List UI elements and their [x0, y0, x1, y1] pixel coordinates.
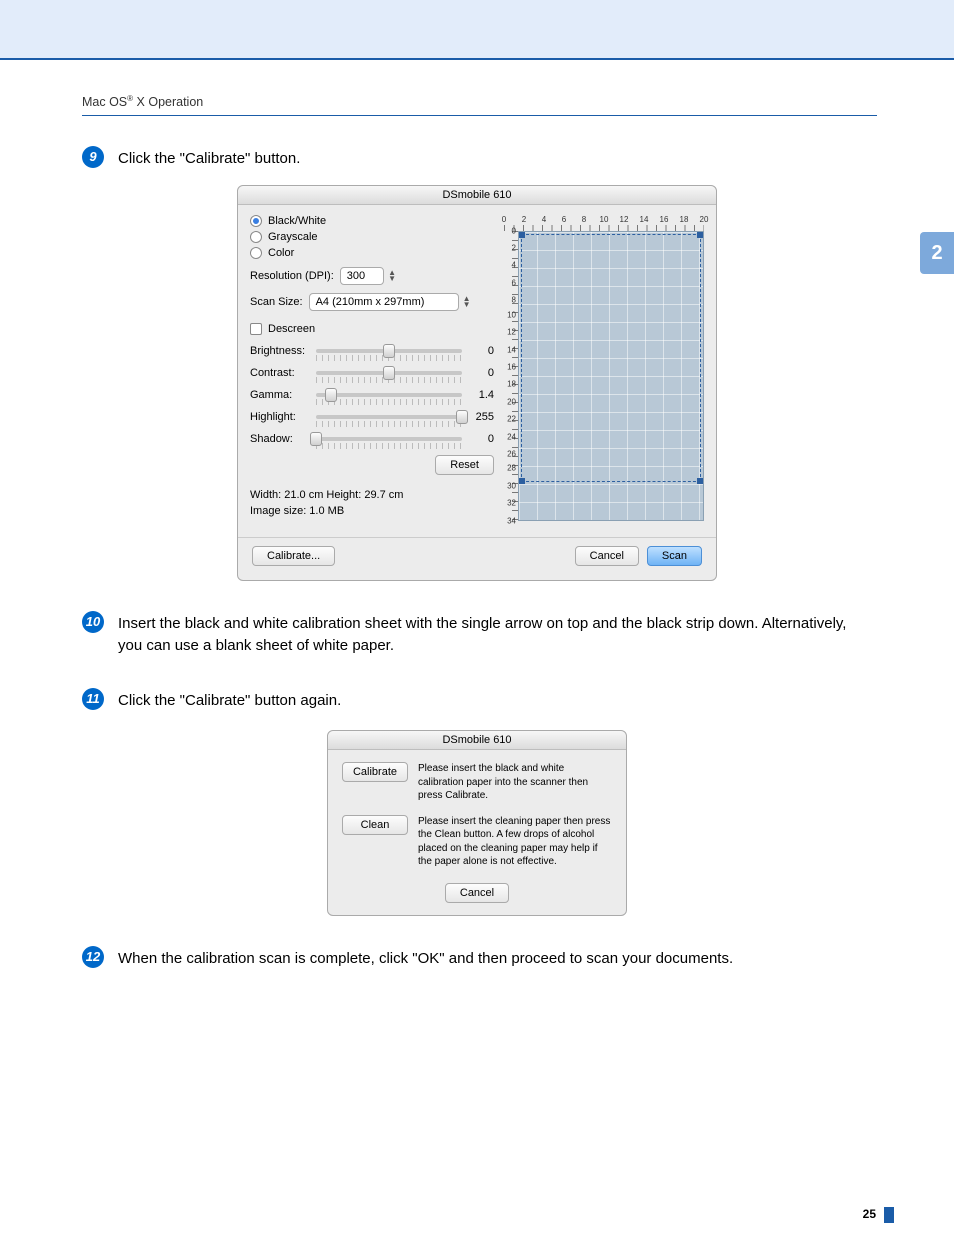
slider-thumb-icon[interactable] — [310, 432, 322, 446]
selection-rect[interactable] — [521, 234, 701, 482]
top-band — [0, 0, 954, 58]
calibrate-instruction: Please insert the black and white calibr… — [418, 762, 612, 803]
highlight-slider[interactable] — [316, 415, 462, 419]
scan-preview[interactable] — [518, 231, 704, 521]
selection-handle-icon[interactable] — [519, 478, 525, 484]
header-underline — [82, 115, 877, 116]
page-number: 25 — [863, 1207, 894, 1223]
shadow-label: Shadow: — [250, 433, 308, 445]
radio-grayscale[interactable]: Grayscale — [250, 231, 494, 243]
radio-icon — [250, 231, 262, 243]
gamma-label: Gamma: — [250, 389, 308, 401]
calibrate-dialog-title: DSmobile 610 — [328, 731, 626, 750]
shadow-value: 0 — [470, 433, 494, 445]
brightness-slider[interactable] — [316, 349, 462, 353]
resolution-select[interactable]: 300 — [340, 267, 384, 285]
info-image-size: Image size: 1.0 MB — [250, 505, 494, 517]
cancel-button[interactable]: Cancel — [575, 546, 639, 566]
scan-dialog-title: DSmobile 610 — [238, 186, 716, 205]
stepper-icon[interactable]: ▲▼ — [388, 270, 396, 282]
checkbox-icon — [250, 323, 262, 335]
step-9: 9 Click the "Calibrate" button. — [82, 146, 872, 171]
selection-handle-icon[interactable] — [697, 478, 703, 484]
reset-button[interactable]: Reset — [435, 455, 494, 475]
step-11-text: Click the "Calibrate" button again. — [118, 688, 872, 713]
clean-button[interactable]: Clean — [342, 815, 408, 835]
descreen-checkbox[interactable]: Descreen — [250, 323, 494, 335]
slider-ticks-icon — [316, 421, 462, 427]
calibrate-button[interactable]: Calibrate — [342, 762, 408, 782]
step-9-badge: 9 — [82, 146, 104, 168]
info-width-height: Width: 21.0 cm Height: 29.7 cm — [250, 489, 494, 501]
slider-ticks-icon — [316, 399, 462, 405]
shadow-slider[interactable] — [316, 437, 462, 441]
contrast-value: 0 — [470, 367, 494, 379]
brightness-value: 0 — [470, 345, 494, 357]
gamma-value: 1.4 — [470, 389, 494, 401]
radio-bw-label: Black/White — [268, 215, 326, 227]
header-text-after: X Operation — [133, 95, 203, 109]
slider-thumb-icon[interactable] — [325, 388, 337, 402]
step-12: 12 When the calibration scan is complete… — [82, 946, 872, 971]
step-10-text: Insert the black and white calibration s… — [118, 611, 872, 658]
slider-thumb-icon[interactable] — [383, 366, 395, 380]
step-11-badge: 11 — [82, 688, 104, 710]
radio-bw[interactable]: Black/White — [250, 215, 494, 227]
selection-handle-icon[interactable] — [697, 232, 703, 238]
header-text-before: Mac OS — [82, 95, 127, 109]
step-12-text: When the calibration scan is complete, c… — [118, 946, 872, 971]
scan-button[interactable]: Scan — [647, 546, 702, 566]
scan-size-select[interactable]: A4 (210mm x 297mm) — [309, 293, 459, 311]
selection-handle-icon[interactable] — [519, 232, 525, 238]
brightness-label: Brightness: — [250, 345, 308, 357]
radio-color[interactable]: Color — [250, 247, 494, 259]
highlight-value: 255 — [470, 411, 494, 423]
calibrate-button[interactable]: Calibrate... — [252, 546, 335, 566]
scan-size-label: Scan Size: — [250, 296, 303, 308]
step-10: 10 Insert the black and white calibratio… — [82, 611, 872, 658]
descreen-label: Descreen — [268, 323, 315, 335]
scan-dialog: DSmobile 610 Black/White Grayscale Color… — [237, 185, 717, 581]
radio-icon — [250, 215, 262, 227]
step-12-badge: 12 — [82, 946, 104, 968]
slider-ticks-icon — [316, 443, 462, 449]
slider-thumb-icon[interactable] — [456, 410, 468, 424]
step-10-badge: 10 — [82, 611, 104, 633]
clean-instruction: Please insert the cleaning paper then pr… — [418, 815, 612, 869]
chapter-side-tab: 2 — [920, 232, 954, 274]
highlight-label: Highlight: — [250, 411, 308, 423]
ruler-vertical: 0246810121416182022242628303234 — [504, 231, 518, 521]
radio-color-label: Color — [268, 247, 294, 259]
page-header: Mac OS® X Operation — [0, 60, 954, 116]
cancel-button[interactable]: Cancel — [445, 883, 509, 903]
stepper-icon[interactable]: ▲▼ — [463, 296, 471, 308]
step-9-text: Click the "Calibrate" button. — [118, 146, 872, 171]
resolution-label: Resolution (DPI): — [250, 270, 334, 282]
gamma-slider[interactable] — [316, 393, 462, 397]
slider-thumb-icon[interactable] — [383, 344, 395, 358]
resolution-value: 300 — [347, 270, 365, 282]
step-11: 11 Click the "Calibrate" button again. — [82, 688, 872, 713]
contrast-slider[interactable] — [316, 371, 462, 375]
contrast-label: Contrast: — [250, 367, 308, 379]
ruler-horizontal: 02468101214161820 — [504, 215, 704, 231]
calibrate-clean-dialog: DSmobile 610 Calibrate Please insert the… — [327, 730, 627, 916]
radio-icon — [250, 247, 262, 259]
scan-size-value: A4 (210mm x 297mm) — [316, 296, 425, 308]
radio-gray-label: Grayscale — [268, 231, 318, 243]
